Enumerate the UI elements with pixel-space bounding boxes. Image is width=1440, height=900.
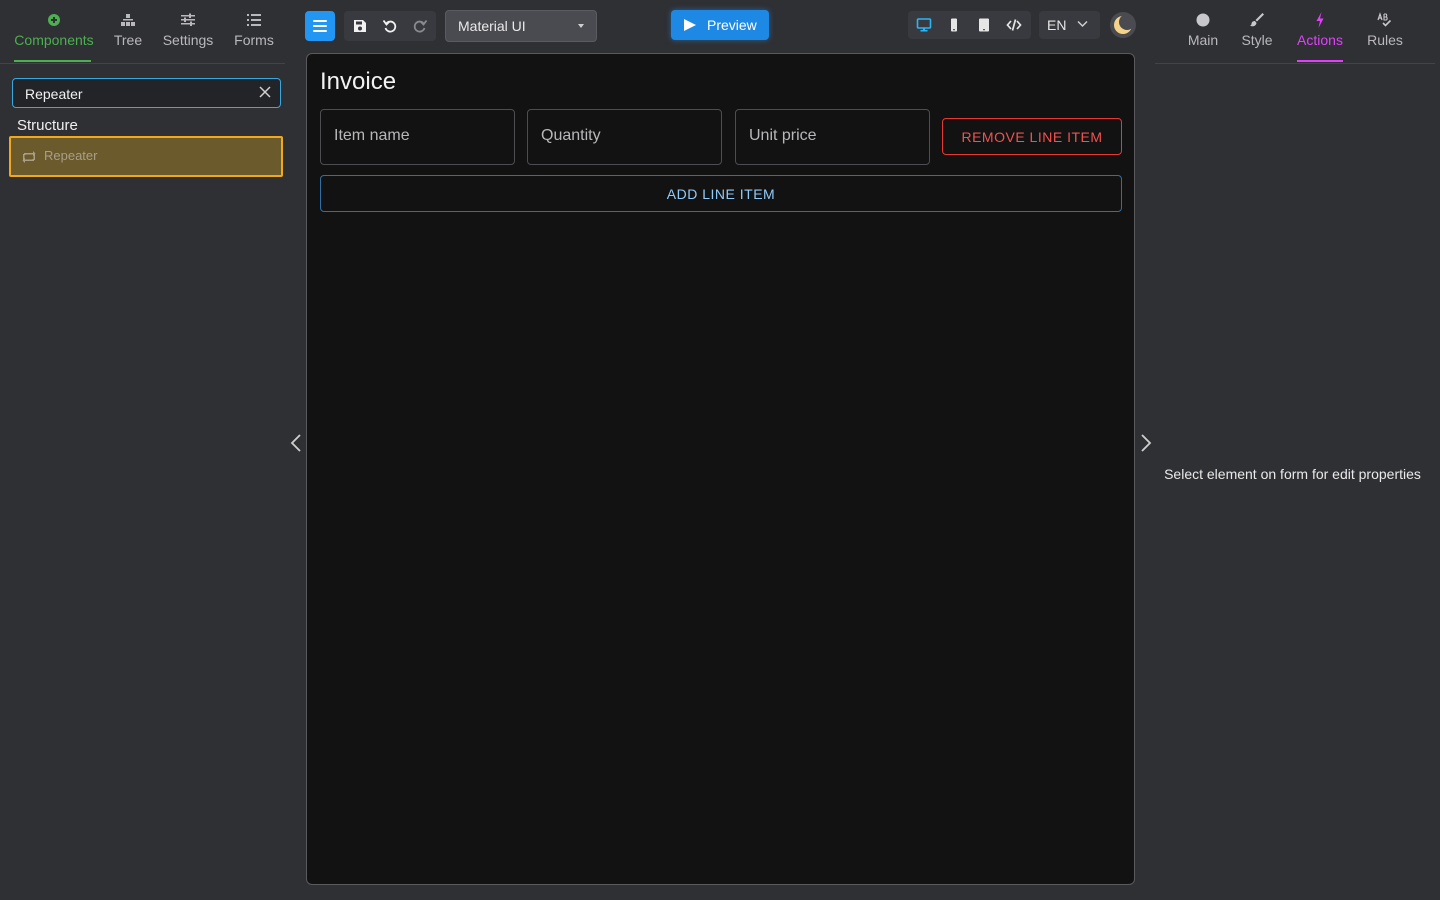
component-search: [12, 78, 281, 108]
undo-icon[interactable]: [382, 18, 398, 34]
active-tab-indicator: [1297, 60, 1343, 62]
ab-check-icon: [1377, 12, 1392, 27]
caret-down-icon: [578, 24, 584, 28]
tab-main[interactable]: Main: [1183, 10, 1223, 48]
tab-tree[interactable]: Tree: [108, 10, 148, 48]
tab-rules[interactable]: Rules: [1364, 10, 1406, 48]
active-tab-indicator: [14, 60, 91, 62]
right-tabs: Main Style Actions Rules: [1155, 0, 1435, 64]
tab-label: Rules: [1367, 32, 1403, 48]
save-icon[interactable]: [352, 18, 368, 34]
left-panel: Components Tree Settings Forms Repeater …: [0, 0, 292, 900]
language-value: EN: [1047, 17, 1067, 33]
plus-circle-icon: [48, 14, 60, 26]
redo-icon[interactable]: [412, 18, 428, 34]
quantity-field[interactable]: Quantity: [527, 109, 722, 165]
lightning-icon: [1316, 12, 1324, 28]
tab-settings[interactable]: Settings: [160, 10, 216, 48]
ui-library-value: Material UI: [458, 18, 526, 34]
tab-label: Actions: [1297, 32, 1343, 48]
tab-label: Forms: [234, 32, 274, 48]
tab-components[interactable]: Components: [14, 10, 94, 48]
tab-forms[interactable]: Forms: [231, 10, 277, 48]
collapse-left-button[interactable]: [288, 432, 304, 454]
left-tabs: Components Tree Settings Forms: [0, 0, 285, 64]
chevron-down-icon: [1077, 20, 1088, 28]
language-select[interactable]: EN: [1039, 11, 1100, 39]
play-icon: [684, 19, 696, 31]
remove-line-item-button[interactable]: REMOVE LINE ITEM: [942, 118, 1122, 155]
unit-price-field[interactable]: Unit price: [735, 109, 930, 165]
tree-icon: [121, 14, 135, 26]
tab-actions[interactable]: Actions: [1295, 10, 1345, 48]
component-item-label: Repeater: [44, 148, 98, 163]
history-toolbar: [344, 11, 436, 41]
tab-label: Tree: [113, 32, 143, 48]
list-icon: [247, 14, 261, 26]
item-name-field[interactable]: Item name: [320, 109, 515, 165]
tab-label: Style: [1241, 32, 1273, 48]
sliders-icon: [181, 13, 195, 26]
tablet-icon[interactable]: [976, 17, 992, 33]
search-input[interactable]: [23, 82, 247, 106]
field-label: Unit price: [749, 127, 817, 144]
repeater-icon: [22, 151, 36, 163]
dark-mode-toggle[interactable]: [1110, 12, 1136, 38]
brush-icon: [1250, 13, 1264, 27]
device-toolbar: [908, 11, 1031, 39]
preview-button[interactable]: Preview: [671, 10, 769, 40]
tab-label: Settings: [162, 32, 214, 48]
form-canvas: Invoice Item name Quantity Unit price RE…: [306, 53, 1135, 885]
section-title: Structure: [17, 117, 78, 134]
field-label: Quantity: [541, 127, 601, 144]
moon-icon: [1114, 14, 1135, 34]
hamburger-icon: [313, 20, 327, 32]
tab-label: Components: [14, 32, 94, 48]
tab-style[interactable]: Style: [1239, 10, 1275, 48]
tab-label: Main: [1187, 32, 1219, 48]
code-icon[interactable]: [1006, 17, 1022, 33]
ui-library-select[interactable]: Material UI: [445, 10, 597, 42]
desktop-icon[interactable]: [916, 17, 932, 33]
form-title: Invoice: [320, 68, 397, 95]
circle-icon: [1196, 13, 1210, 27]
properties-hint: Select element on form for edit properti…: [1164, 466, 1421, 482]
component-item-repeater[interactable]: Repeater: [9, 136, 283, 177]
preview-label: Preview: [707, 17, 757, 33]
menu-button[interactable]: [305, 11, 335, 41]
add-line-item-button[interactable]: ADD LINE ITEM: [320, 175, 1122, 212]
close-icon[interactable]: [258, 85, 272, 99]
collapse-right-button[interactable]: [1138, 432, 1154, 454]
mobile-icon[interactable]: [946, 17, 962, 33]
field-label: Item name: [334, 127, 410, 144]
